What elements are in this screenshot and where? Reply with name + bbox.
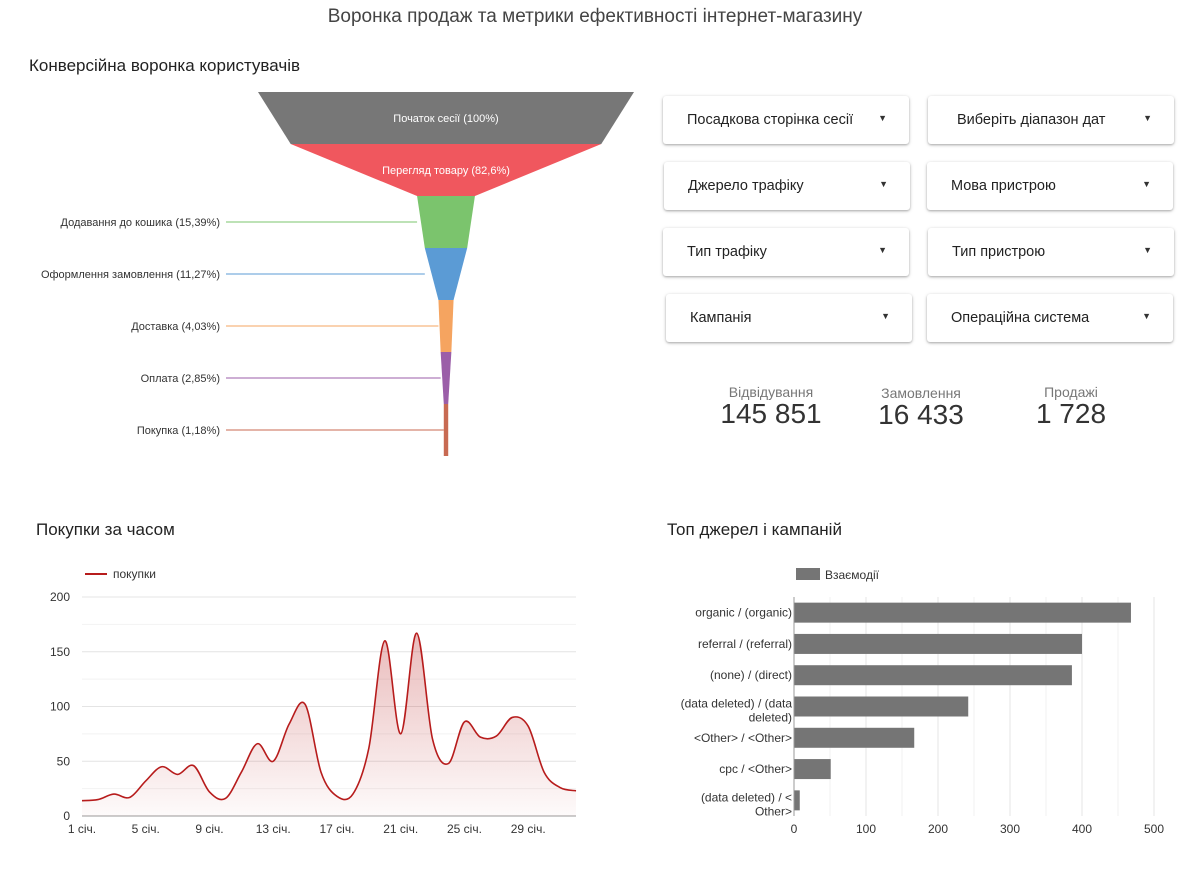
funnel-stage-label: Початок сесії (100%)	[393, 113, 498, 125]
y-tick-label: 150	[50, 645, 70, 659]
category-label-line: deleted)	[749, 711, 792, 725]
kpi-value: 16 433	[878, 399, 964, 430]
category-label-line: (data deleted) / (data	[681, 697, 793, 711]
dropdown-arrow-icon: ▼	[878, 245, 887, 255]
x-tick-label: 5 січ.	[132, 822, 160, 836]
dropdown-arrow-icon: ▼	[1142, 311, 1151, 321]
kpi-value: 1 728	[1035, 398, 1107, 429]
funnel-stage-label: Покупка (1,18%)	[137, 425, 220, 437]
category-label: cpc / <Other>	[719, 762, 792, 776]
bar	[794, 759, 831, 780]
bar	[794, 602, 1131, 623]
traffic-type-dropdown[interactable]: Тип трафіку ▼	[663, 228, 909, 276]
kpi-value: 145 851	[720, 398, 822, 429]
funnel-stage-label: Перегляд товару (82,6%)	[382, 165, 510, 177]
x-tick-label: 100	[856, 822, 876, 836]
funnel-title: Конверсійна воронка користувачів	[29, 56, 301, 75]
dropdown-arrow-icon: ▼	[881, 311, 890, 321]
x-tick-label: 0	[791, 822, 798, 836]
dropdown-label: Операційна система	[951, 310, 1090, 326]
dropdown-arrow-icon: ▼	[1142, 179, 1151, 189]
category-label: organic / (organic)	[695, 606, 792, 620]
dropdown-arrow-icon: ▼	[878, 113, 887, 123]
funnel-stage	[438, 300, 454, 352]
category-label-line: cpc / <Other>	[719, 762, 792, 776]
dropdown-label: Посадкова сторінка сесії	[687, 112, 854, 128]
bar	[794, 665, 1072, 686]
dropdown-arrow-icon: ▼	[1143, 245, 1152, 255]
dropdown-label: Тип пристрою	[952, 244, 1046, 260]
y-tick-label: 200	[50, 590, 70, 604]
category-label-line: <Other> / <Other>	[694, 731, 792, 745]
x-tick-label: 21 січ.	[383, 822, 418, 836]
bar	[794, 727, 915, 748]
legend-swatch	[796, 568, 820, 580]
x-tick-label: 400	[1072, 822, 1092, 836]
category-label: (none) / (direct)	[710, 668, 792, 682]
category-label: referral / (referral)	[698, 637, 792, 651]
funnel-stage	[443, 404, 449, 456]
traffic-source-dropdown[interactable]: Джерело трафіку ▼	[664, 162, 910, 210]
bar	[794, 696, 969, 717]
dropdown-label: Мова пристрою	[951, 178, 1056, 194]
legend-label: покупки	[113, 567, 156, 581]
operating-system-dropdown[interactable]: Операційна система ▼	[927, 294, 1173, 342]
category-label: (data deleted) / (data deleted)	[681, 697, 793, 725]
purchases-line-chart: 0 50 100 150 200 1 січ. 5 січ. 9 січ. 13 січ. 17 …	[50, 567, 577, 836]
x-tick-label: 500	[1144, 822, 1164, 836]
funnel-stage	[417, 196, 475, 248]
category-label-line: organic / (organic)	[695, 606, 792, 620]
category-label-line: (none) / (direct)	[710, 668, 792, 682]
dropdown-label: Виберіть діапазон дат	[957, 112, 1106, 128]
campaign-dropdown[interactable]: Кампанія ▼	[666, 294, 912, 342]
y-tick-label: 50	[57, 754, 71, 768]
kpi-sales: Продажі 1 728	[996, 384, 1146, 430]
x-tick-label: 9 січ.	[195, 822, 223, 836]
bar	[794, 633, 1082, 654]
purchases-chart-title: Покупки за часом	[36, 520, 175, 539]
x-tick-label: 29 січ.	[511, 822, 546, 836]
y-tick-label: 0	[63, 809, 70, 823]
x-tick-label: 1 січ.	[68, 822, 96, 836]
category-label-line: Other>	[755, 804, 792, 818]
dropdown-label: Кампанія	[690, 310, 752, 326]
category-label-line: (data deleted) / <	[701, 790, 792, 804]
funnel-stage-label: Доставка (4,03%)	[131, 321, 220, 333]
category-label: (data deleted) / < Other>	[701, 790, 792, 818]
device-type-dropdown[interactable]: Тип пристрою ▼	[928, 228, 1174, 276]
date-range-dropdown[interactable]: Виберіть діапазон дат ▼	[928, 96, 1174, 144]
funnel-stage-label: Оплата (2,85%)	[141, 373, 220, 385]
dropdown-arrow-icon: ▼	[879, 179, 888, 189]
funnel-stage-label: Додавання до кошика (15,39%)	[61, 217, 220, 229]
dropdown-arrow-icon: ▼	[1143, 113, 1152, 123]
bar	[794, 790, 800, 811]
landing-page-dropdown[interactable]: Посадкова сторінка сесії ▼	[663, 96, 909, 144]
x-tick-label: 17 січ.	[319, 822, 354, 836]
category-label-line: referral / (referral)	[698, 637, 792, 651]
y-tick-label: 100	[50, 700, 70, 714]
x-tick-label: 25 січ.	[447, 822, 482, 836]
x-tick-label: 300	[1000, 822, 1020, 836]
kpi-orders: Замовлення 16 433	[846, 385, 996, 431]
funnel-chart: Початок сесії (100%) Перегляд товару (82,…	[41, 92, 634, 456]
x-tick-label: 200	[928, 822, 948, 836]
dropdown-label: Джерело трафіку	[688, 178, 804, 194]
legend-label: Взаємодії	[825, 568, 880, 582]
dropdown-label: Тип трафіку	[687, 244, 767, 260]
funnel-stage	[440, 352, 452, 404]
funnel-stage	[424, 248, 468, 300]
category-label: <Other> / <Other>	[694, 731, 792, 745]
page-title: Воронка продаж та метрики ефективності і…	[327, 6, 863, 27]
device-language-dropdown[interactable]: Мова пристрою ▼	[927, 162, 1173, 210]
funnel-stage-label: Оформлення замовлення (11,27%)	[41, 269, 220, 281]
sources-chart-title: Топ джерел і кампаній	[667, 520, 842, 539]
sources-bar-chart: 0 100 200 300 400 500 organic / (organic) refer…	[681, 568, 1164, 836]
x-tick-label: 13 січ.	[256, 822, 291, 836]
kpi-visits: Відвідування 145 851	[696, 384, 846, 430]
